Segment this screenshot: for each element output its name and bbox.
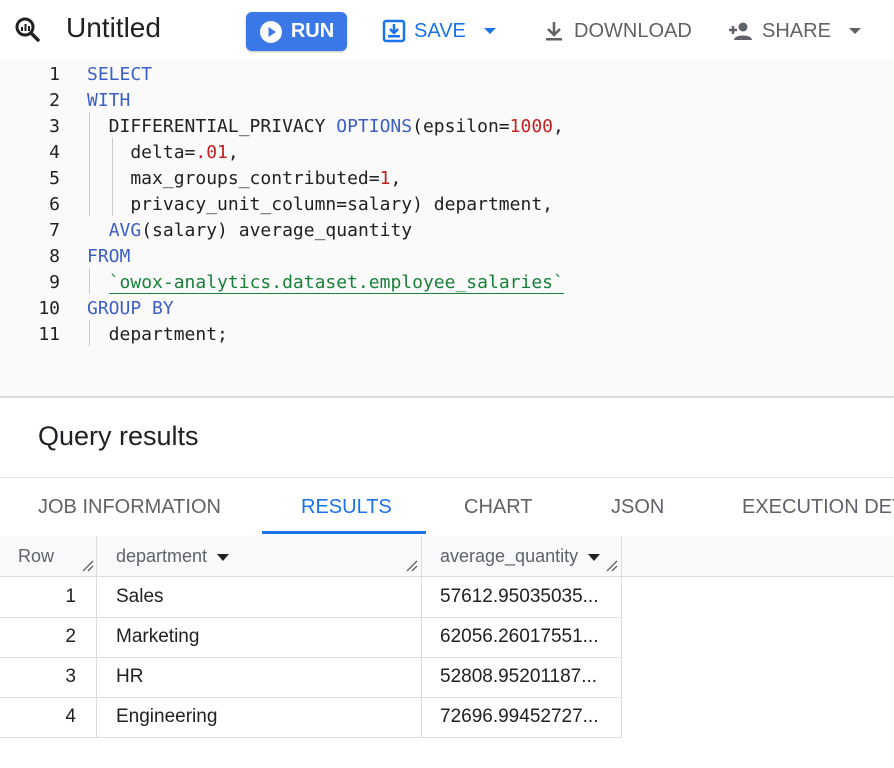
code-token: GROUP BY <box>87 298 174 319</box>
code-token: , <box>227 142 239 163</box>
sort-caret-icon[interactable] <box>588 553 601 561</box>
line-number: 10 <box>38 298 60 319</box>
line-number: 3 <box>49 116 60 137</box>
code-text[interactable]: WITH <box>87 88 130 114</box>
code-text[interactable]: SELECT <box>87 62 152 88</box>
run-button[interactable]: RUN <box>246 12 347 51</box>
code-token: 1 <box>379 168 391 189</box>
code-token: (salary) average_quantity <box>141 220 413 241</box>
save-button[interactable]: SAVE <box>382 14 496 48</box>
tab-execution-details[interactable]: EXECUTION DET <box>742 478 894 536</box>
row-number: 3 <box>65 666 76 687</box>
table-row[interactable]: 4 Engineering 72696.99452727... <box>0 697 622 738</box>
query-icon <box>14 16 40 42</box>
column-header-average-quantity[interactable]: average_quantity <box>440 536 601 576</box>
line-number: 2 <box>49 90 60 111</box>
line-number: 5 <box>49 168 60 189</box>
share-button[interactable]: SHARE <box>728 14 861 48</box>
line-number: 4 <box>49 142 60 163</box>
column-resize-icon[interactable] <box>82 560 94 572</box>
download-icon <box>546 22 562 41</box>
code-token: `owox-analytics.dataset.employee_salarie… <box>108 272 564 294</box>
query-title[interactable]: Untitled <box>66 12 161 44</box>
tab-job-information[interactable]: JOB INFORMATION <box>38 478 221 536</box>
add-person-icon <box>729 22 752 40</box>
cell-department[interactable]: Engineering <box>116 697 217 737</box>
cell-average-quantity[interactable]: 62056.26017551... <box>440 617 599 657</box>
results-table-header: Row department average_quantity <box>0 536 894 577</box>
tab-chart[interactable]: CHART <box>464 478 533 536</box>
code-token: , <box>553 116 564 137</box>
column-header-row: Row <box>18 546 55 566</box>
line-number: 1 <box>49 64 60 85</box>
code-token: AVG <box>108 220 142 241</box>
cell-average-quantity[interactable]: 52808.95201187... <box>440 657 597 697</box>
table-row[interactable]: 3 HR 52808.95201187... <box>0 657 622 698</box>
code-text[interactable]: delta=.01, <box>87 140 239 166</box>
column-header-label: department <box>116 546 208 566</box>
results-tabs: JOB INFORMATION RESULTS CHART JSON EXECU… <box>0 477 894 537</box>
code-token: .01 <box>195 142 228 163</box>
code-text[interactable]: max_groups_contributed=1, <box>87 166 401 192</box>
code-text[interactable]: `owox-analytics.dataset.employee_salarie… <box>87 270 564 296</box>
code-token: WITH <box>87 90 131 111</box>
code-token: OPTIONS <box>336 116 413 137</box>
column-header-department[interactable]: department <box>116 536 230 576</box>
column-resize-icon[interactable] <box>606 560 618 572</box>
line-number: 6 <box>49 194 60 215</box>
column-header-label: average_quantity <box>440 546 579 566</box>
chevron-down-icon <box>848 28 861 34</box>
cell-department[interactable]: Sales <box>116 577 164 617</box>
code-text[interactable]: AVG(salary) average_quantity <box>87 218 412 244</box>
code-token: max_groups_contributed= <box>87 168 380 189</box>
row-number: 2 <box>65 626 76 647</box>
download-label: DOWNLOAD <box>574 19 692 42</box>
line-number: 11 <box>38 324 60 345</box>
code-token: 1000 <box>509 116 554 137</box>
code-text[interactable]: privacy_unit_column=salary) department, <box>87 192 553 218</box>
code-token: (epsilon= <box>412 116 510 137</box>
run-label: RUN <box>290 20 335 42</box>
cell-average-quantity[interactable]: 57612.95035035... <box>440 577 599 617</box>
code-text[interactable]: GROUP BY <box>87 296 174 322</box>
line-number: 9 <box>49 272 60 293</box>
row-number: 4 <box>65 706 76 727</box>
chevron-down-icon <box>483 28 496 34</box>
cell-department[interactable]: HR <box>116 657 143 697</box>
toolbar: Untitled RUN SAVE DOWNLOAD SHARE <box>0 0 894 60</box>
download-button[interactable]: DOWNLOAD <box>542 14 692 48</box>
query-results-title: Query results <box>38 421 199 451</box>
play-icon <box>259 20 282 43</box>
table-row[interactable]: 1 Sales 57612.95035035... <box>0 577 622 618</box>
code-text[interactable]: department; <box>87 322 228 348</box>
code-token: , <box>390 168 402 189</box>
row-number: 1 <box>65 586 76 607</box>
code-text[interactable]: FROM <box>87 244 130 270</box>
code-token: SELECT <box>87 64 153 85</box>
code-token: DIFFERENTIAL_PRIVACY <box>87 116 337 137</box>
sql-editor[interactable]: 1 SELECT 2 WITH 3 DIFFERENTIAL_PRIVACY OPTIO… <box>0 60 894 396</box>
tab-json[interactable]: JSON <box>611 478 664 536</box>
line-number: 8 <box>49 246 60 267</box>
code-text[interactable]: DIFFERENTIAL_PRIVACY OPTIONS(epsilon=100… <box>87 114 564 140</box>
tab-results[interactable]: RESULTS <box>301 478 392 536</box>
code-token: delta= <box>87 142 196 163</box>
code-token: privacy_unit_column=salary) department, <box>87 194 553 215</box>
cell-average-quantity[interactable]: 72696.99452727... <box>440 697 599 737</box>
share-label: SHARE <box>762 19 831 42</box>
save-icon <box>382 19 406 43</box>
code-token: department; <box>87 324 228 345</box>
cell-department[interactable]: Marketing <box>116 617 199 657</box>
active-tab-indicator <box>262 531 426 534</box>
table-row[interactable]: 2 Marketing 62056.26017551... <box>0 617 622 658</box>
line-number: 7 <box>49 220 60 241</box>
code-token: FROM <box>87 246 131 267</box>
column-resize-icon[interactable] <box>406 560 418 572</box>
save-label: SAVE <box>414 19 466 42</box>
sort-caret-icon[interactable] <box>217 553 230 561</box>
pane-divider[interactable] <box>0 396 894 398</box>
